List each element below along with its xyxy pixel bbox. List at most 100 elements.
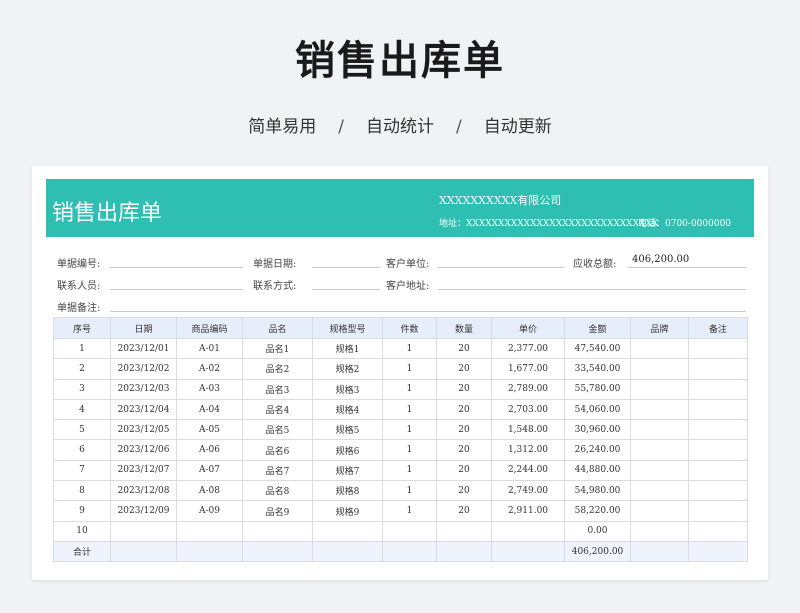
table-cell[interactable]: A-08 (176, 480, 243, 502)
table-cell[interactable] (688, 520, 748, 542)
table-cell[interactable]: 7 (53, 459, 111, 482)
table-cell[interactable]: 44,880.00 (564, 459, 631, 482)
table-cell[interactable]: 9 (53, 500, 111, 522)
contact-field[interactable] (110, 289, 243, 290)
table-cell[interactable]: 2 (53, 358, 111, 380)
table-cell[interactable]: 1 (382, 439, 437, 461)
table-cell[interactable] (630, 480, 689, 502)
table-cell[interactable]: A-06 (176, 439, 243, 461)
table-cell[interactable]: 1,312.00 (491, 439, 565, 461)
table-cell[interactable]: 54,060.00 (564, 398, 631, 421)
table-cell[interactable]: 1,677.00 (491, 358, 565, 380)
table-cell[interactable]: 20 (436, 378, 492, 400)
table-cell[interactable]: 20 (436, 358, 492, 380)
table-cell[interactable]: 1 (53, 337, 111, 360)
table-cell[interactable]: 54,980.00 (564, 480, 631, 502)
table-cell[interactable]: 规格8 (312, 480, 383, 502)
table-cell[interactable]: A-07 (176, 459, 243, 482)
table-cell[interactable]: 规格1 (312, 337, 383, 360)
table-cell[interactable] (630, 459, 689, 482)
table-cell[interactable]: 规格6 (312, 439, 383, 461)
table-cell[interactable] (242, 520, 313, 542)
table-cell[interactable]: 4 (53, 398, 111, 421)
table-cell[interactable]: 1 (382, 398, 437, 421)
table-cell[interactable]: 品名7 (242, 459, 313, 482)
table-cell[interactable] (688, 337, 748, 360)
table-cell[interactable] (688, 500, 748, 522)
table-cell[interactable] (176, 520, 243, 542)
table-cell[interactable]: 2,749.00 (491, 480, 565, 502)
doc-date-field[interactable] (312, 267, 380, 268)
table-cell[interactable] (688, 378, 748, 400)
table-cell[interactable]: 1 (382, 378, 437, 400)
table-cell[interactable]: 1 (382, 459, 437, 482)
table-cell[interactable]: A-02 (176, 358, 243, 380)
table-cell[interactable]: 品名6 (242, 439, 313, 461)
table-cell[interactable]: 2,911.00 (491, 500, 565, 522)
table-cell[interactable]: 品名4 (242, 398, 313, 421)
table-cell[interactable]: 26,240.00 (564, 439, 631, 461)
table-cell[interactable]: 55,780.00 (564, 378, 631, 400)
table-cell[interactable]: 58,220.00 (564, 500, 631, 522)
table-cell[interactable]: 规格9 (312, 500, 383, 522)
table-cell[interactable]: A-03 (176, 378, 243, 400)
table-cell[interactable]: 20 (436, 398, 492, 421)
customer-field[interactable] (438, 267, 564, 268)
table-cell[interactable]: 20 (436, 439, 492, 461)
table-cell[interactable]: 品名9 (242, 500, 313, 522)
table-cell[interactable]: 规格5 (312, 419, 383, 441)
table-cell[interactable]: 品名5 (242, 419, 313, 441)
receivable-field[interactable] (628, 267, 746, 268)
table-cell[interactable] (436, 520, 492, 542)
table-cell[interactable] (312, 520, 383, 542)
table-cell[interactable]: 20 (436, 500, 492, 522)
table-cell[interactable]: 1 (382, 500, 437, 522)
table-cell[interactable] (630, 358, 689, 380)
table-cell[interactable]: 1 (382, 358, 437, 380)
table-cell[interactable] (630, 520, 689, 542)
remark-field[interactable] (110, 311, 746, 312)
table-cell[interactable]: 2,703.00 (491, 398, 565, 421)
table-cell[interactable]: 2,244.00 (491, 459, 565, 482)
table-cell[interactable]: 规格3 (312, 378, 383, 400)
table-cell[interactable]: 3 (53, 378, 111, 400)
table-cell[interactable] (688, 358, 748, 380)
table-cell[interactable]: 6 (53, 439, 111, 461)
table-cell[interactable]: 30,960.00 (564, 419, 631, 441)
table-cell[interactable]: A-01 (176, 337, 243, 360)
table-cell[interactable] (630, 419, 689, 441)
table-cell[interactable]: 2023/12/05 (110, 419, 177, 441)
table-cell[interactable]: 2,377.00 (491, 337, 565, 360)
table-cell[interactable] (688, 419, 748, 441)
table-cell[interactable] (630, 378, 689, 400)
table-cell[interactable] (688, 439, 748, 461)
table-cell[interactable]: 品名8 (242, 480, 313, 502)
table-cell[interactable]: 5 (53, 419, 111, 441)
table-cell[interactable] (688, 480, 748, 502)
table-cell[interactable]: 20 (436, 459, 492, 482)
table-cell[interactable] (110, 520, 177, 542)
table-cell[interactable]: 33,540.00 (564, 358, 631, 380)
table-cell[interactable]: 1 (382, 337, 437, 360)
table-cell[interactable]: 2023/12/08 (110, 480, 177, 502)
table-cell[interactable]: A-04 (176, 398, 243, 421)
table-cell[interactable]: 品名2 (242, 358, 313, 380)
table-cell[interactable]: 2023/12/01 (110, 337, 177, 360)
table-cell[interactable]: 2023/12/09 (110, 500, 177, 522)
table-cell[interactable]: 规格2 (312, 358, 383, 380)
table-cell[interactable] (688, 398, 748, 421)
table-cell[interactable]: A-05 (176, 419, 243, 441)
table-cell[interactable] (688, 459, 748, 482)
table-cell[interactable] (491, 520, 565, 542)
table-cell[interactable]: 2023/12/03 (110, 378, 177, 400)
table-cell[interactable]: 47,540.00 (564, 337, 631, 360)
table-cell[interactable]: A-09 (176, 500, 243, 522)
table-cell[interactable]: 规格4 (312, 398, 383, 421)
table-cell[interactable] (630, 439, 689, 461)
table-cell[interactable]: 1,548.00 (491, 419, 565, 441)
table-cell[interactable] (630, 500, 689, 522)
table-cell[interactable]: 品名1 (242, 337, 313, 360)
table-cell[interactable]: 2023/12/06 (110, 439, 177, 461)
table-cell[interactable] (382, 520, 437, 542)
table-cell[interactable]: 20 (436, 419, 492, 441)
